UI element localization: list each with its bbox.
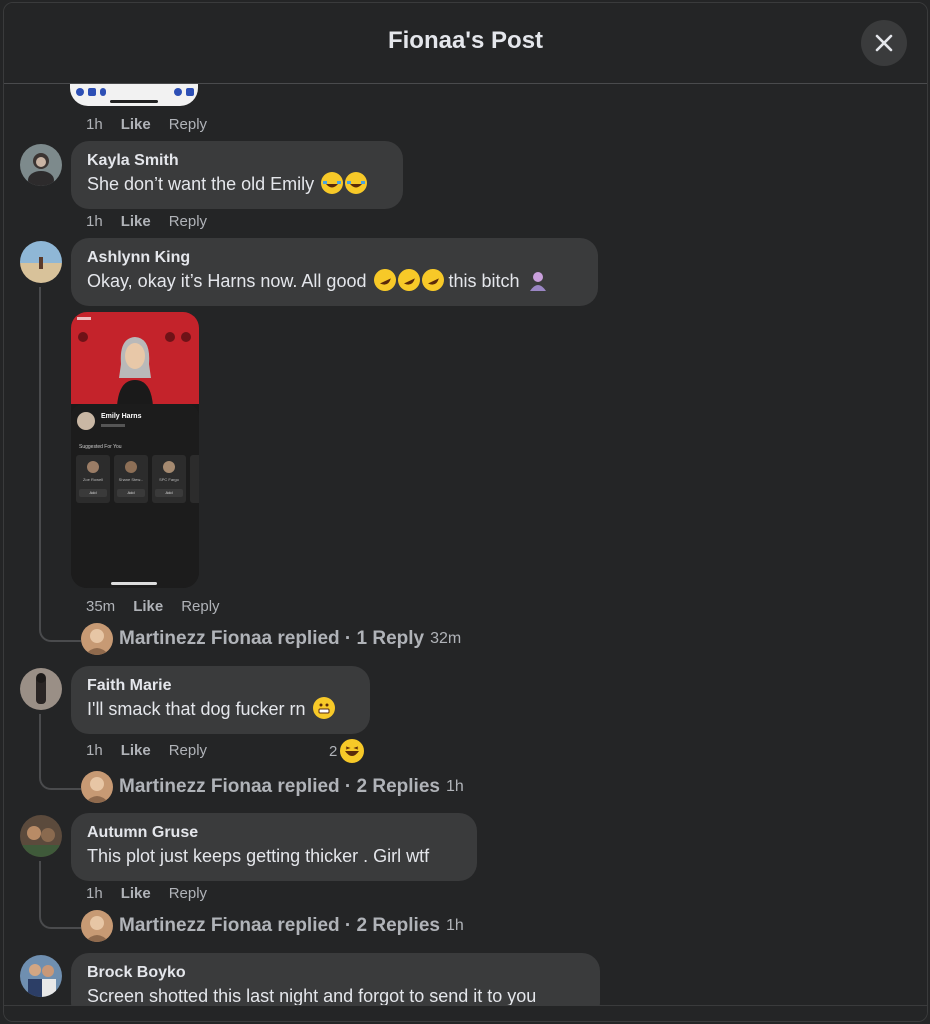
comment-actions: 1h Like Reply: [86, 116, 225, 133]
dialog-title: Fionaa's Post: [387, 27, 544, 54]
comment-author[interactable]: Ashlynn King: [87, 248, 582, 268]
rofl-emoji-icon: [417, 265, 448, 295]
bitmoji-avatar-icon: [117, 337, 153, 406]
comment-text: I'll smack that dog fucker rn: [87, 696, 354, 722]
reaction-summary[interactable]: 2: [329, 738, 366, 764]
comment-bubble: Ashlynn King Okay, okay it’s Harns now. …: [71, 238, 598, 306]
replies-label: Martinezz Fionaa replied · 2 Replies: [119, 915, 440, 936]
suggested-name: Zoe Rowell: [82, 477, 103, 482]
reply-button[interactable]: Reply: [169, 213, 207, 230]
avatar[interactable]: [20, 144, 62, 186]
comment-time: 35m: [86, 598, 116, 615]
like-button[interactable]: Like: [121, 213, 151, 230]
avatar: [81, 910, 113, 942]
comments-list: 1h Like Reply Kayla Smith She don’t want…: [4, 84, 927, 1021]
rofl-emoji-icon: [393, 265, 424, 295]
view-replies-link[interactable]: Martinezz Fionaa replied · 2 Replies 1h: [81, 910, 464, 942]
comment-time: 1h: [86, 885, 103, 902]
screenshot-section-label: Suggested For You: [79, 444, 122, 450]
haha-reaction-icon: [339, 738, 366, 764]
comment-image[interactable]: Emily Harns Suggested For You Zoe Rowell…: [71, 312, 199, 588]
reply-button[interactable]: Reply: [169, 116, 207, 133]
avatar: [81, 771, 113, 803]
comment-actions: 1h Like Reply: [86, 213, 225, 230]
comment-author[interactable]: Brock Boyko: [87, 963, 584, 983]
suggested-add-button: Add: [79, 489, 107, 497]
screenshot-profile-name: Emily Harns: [101, 413, 142, 420]
reply-time: 32m: [430, 630, 462, 647]
comment-text: She don’t want the old Emily: [87, 171, 387, 197]
comment-time: 1h: [86, 116, 103, 133]
comment-bubble: Autumn Gruse This plot just keeps gettin…: [71, 813, 477, 881]
reply-time: 1h: [445, 778, 464, 795]
comment-text: Okay, okay it’s Harns now. All good this…: [87, 265, 582, 295]
suggested-add-button: Add: [117, 489, 145, 497]
comment-text: This plot just keeps getting thicker . G…: [87, 846, 430, 866]
reaction-count: 2: [329, 742, 338, 760]
comment-actions: 1h Like Reply: [86, 742, 225, 759]
avatar: [81, 623, 113, 655]
like-button[interactable]: Like: [121, 742, 151, 759]
reply-button[interactable]: Reply: [169, 885, 207, 902]
reply-time: 1h: [445, 917, 464, 934]
reply-button[interactable]: Reply: [181, 598, 219, 615]
post-dialog: Fionaa's Post 1h Like Reply Kayla Smith …: [3, 2, 928, 1022]
rofl-emoji-icon: [369, 265, 400, 295]
suggested-name: Shane Stew...: [118, 477, 144, 482]
grimacing-emoji-icon: [312, 697, 335, 719]
person-facepalming-icon: [527, 269, 549, 291]
comment-time: 1h: [86, 213, 103, 230]
avatar[interactable]: [20, 241, 62, 283]
suggested-add-button: Add: [155, 489, 183, 497]
comment-actions: 1h Like Reply: [86, 885, 225, 902]
dialog-header: Fionaa's Post: [4, 3, 927, 84]
comment-author[interactable]: Autumn Gruse: [87, 823, 461, 843]
comment-author[interactable]: Faith Marie: [87, 676, 354, 696]
like-button[interactable]: Like: [133, 598, 163, 615]
like-button[interactable]: Like: [121, 116, 151, 133]
laughing-emoji-icon: [345, 172, 368, 194]
suggested-name: SPC Fargo: [159, 477, 179, 482]
like-button[interactable]: Like: [121, 885, 151, 902]
comment-time: 1h: [86, 742, 103, 759]
comment-bubble: Kayla Smith She don’t want the old Emily: [71, 141, 403, 209]
comment-composer-edge: [4, 1005, 927, 1021]
comment-actions: 35m Like Reply: [86, 598, 238, 615]
comment-author[interactable]: Kayla Smith: [87, 151, 387, 171]
avatar[interactable]: [20, 668, 62, 710]
comment-bubble: Faith Marie I'll smack that dog fucker r…: [71, 666, 370, 734]
laughing-emoji-icon: [321, 172, 344, 194]
close-button[interactable]: [861, 20, 907, 66]
replies-label: Martinezz Fionaa replied · 1 Reply: [119, 628, 425, 649]
view-replies-link[interactable]: Martinezz Fionaa replied · 2 Replies 1h: [81, 771, 464, 803]
view-replies-link[interactable]: Martinezz Fionaa replied · 1 Reply 32m: [81, 623, 461, 655]
close-icon: [875, 34, 893, 52]
comment-image-partial[interactable]: [70, 84, 198, 106]
reply-button[interactable]: Reply: [169, 742, 207, 759]
avatar[interactable]: [20, 815, 62, 857]
avatar[interactable]: [20, 955, 62, 997]
replies-label: Martinezz Fionaa replied · 2 Replies: [119, 776, 440, 797]
